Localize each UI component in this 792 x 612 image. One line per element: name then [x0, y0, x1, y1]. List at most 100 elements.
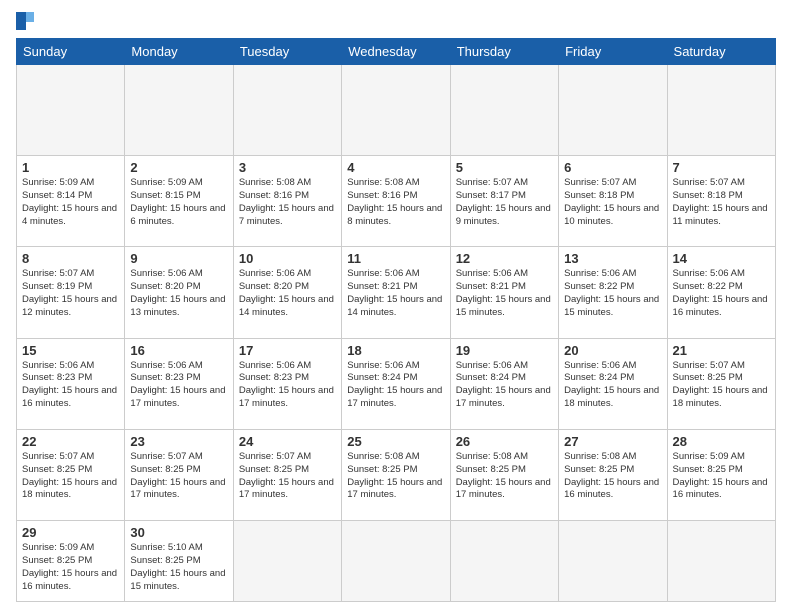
day-number: 20 — [564, 343, 661, 358]
day-number: 1 — [22, 160, 119, 175]
day-number: 23 — [130, 434, 227, 449]
header — [16, 12, 776, 30]
day-info: Sunrise: 5:07 AMSunset: 8:25 PMDaylight:… — [673, 360, 770, 411]
calendar: SundayMondayTuesdayWednesdayThursdayFrid… — [16, 38, 776, 602]
day-number: 14 — [673, 251, 770, 266]
day-number: 6 — [564, 160, 661, 175]
day-number: 22 — [22, 434, 119, 449]
calendar-day-cell: 30Sunrise: 5:10 AMSunset: 8:25 PMDayligh… — [125, 521, 233, 602]
calendar-day-cell — [559, 65, 667, 156]
day-number: 21 — [673, 343, 770, 358]
day-header-friday: Friday — [559, 39, 667, 65]
calendar-day-cell: 26 Sunrise: 5:08 AMSunset: 8:25 PMDayligh… — [450, 429, 558, 520]
calendar-day-cell — [450, 65, 558, 156]
calendar-day-cell: 7Sunrise: 5:07 AMSunset: 8:18 PMDaylight… — [667, 156, 775, 247]
calendar-day-cell: 1Sunrise: 5:09 AMSunset: 8:14 PMDaylight… — [17, 156, 125, 247]
calendar-day-cell: 5 Sunrise: 5:07 AMSunset: 8:17 PMDaylight… — [450, 156, 558, 247]
day-number: 3 — [239, 160, 336, 175]
day-info: Sunrise: 5:06 AMSunset: 8:24 PMDaylight:… — [347, 360, 444, 411]
calendar-week-row — [17, 65, 776, 156]
calendar-day-cell: 2Sunrise: 5:09 AMSunset: 8:15 PMDaylight… — [125, 156, 233, 247]
day-number: 26 — [456, 434, 553, 449]
calendar-day-cell — [667, 65, 775, 156]
day-info: Sunrise: 5:07 AMSunset: 8:25 PMDaylight:… — [239, 451, 336, 502]
calendar-day-cell: 28Sunrise: 5:09 AMSunset: 8:25 PMDayligh… — [667, 429, 775, 520]
day-number: 24 — [239, 434, 336, 449]
calendar-day-cell: 13Sunrise: 5:06 AMSunset: 8:22 PMDayligh… — [559, 247, 667, 338]
calendar-day-cell: 15 Sunrise: 5:06 AMSunset: 8:23 PMDayligh… — [17, 338, 125, 429]
calendar-day-cell: 12Sunrise: 5:06 AMSunset: 8:21 PMDayligh… — [450, 247, 558, 338]
calendar-day-cell: 17 Sunrise: 5:06 AMSunset: 8:23 PMDayligh… — [233, 338, 341, 429]
day-header-wednesday: Wednesday — [342, 39, 450, 65]
day-info: Sunrise: 5:07 AMSunset: 8:25 PMDaylight:… — [22, 451, 119, 502]
day-info: Sunrise: 5:06 AMSunset: 8:23 PMDaylight:… — [22, 360, 119, 411]
day-number: 17 — [239, 343, 336, 358]
calendar-day-cell — [125, 65, 233, 156]
calendar-day-cell — [342, 521, 450, 602]
day-number: 16 — [130, 343, 227, 358]
calendar-day-cell: 8Sunrise: 5:07 AMSunset: 8:19 PMDaylight… — [17, 247, 125, 338]
calendar-day-cell: 22 Sunrise: 5:07 AMSunset: 8:25 PMDayligh… — [17, 429, 125, 520]
page: SundayMondayTuesdayWednesdayThursdayFrid… — [0, 0, 792, 612]
day-info: Sunrise: 5:09 AMSunset: 8:25 PMDaylight:… — [22, 542, 119, 593]
day-number: 18 — [347, 343, 444, 358]
day-info: Sunrise: 5:06 AMSunset: 8:23 PMDaylight:… — [239, 360, 336, 411]
day-info: Sunrise: 5:07 AMSunset: 8:25 PMDaylight:… — [130, 451, 227, 502]
day-number: 11 — [347, 251, 444, 266]
day-number: 4 — [347, 160, 444, 175]
calendar-week-row: 8Sunrise: 5:07 AMSunset: 8:19 PMDaylight… — [17, 247, 776, 338]
day-info: Sunrise: 5:06 AMSunset: 8:20 PMDaylight:… — [239, 268, 336, 319]
day-number: 5 — [456, 160, 553, 175]
calendar-day-cell: 10 Sunrise: 5:06 AMSunset: 8:20 PMDayligh… — [233, 247, 341, 338]
calendar-day-cell — [559, 521, 667, 602]
day-number: 25 — [347, 434, 444, 449]
day-number: 27 — [564, 434, 661, 449]
calendar-day-cell: 19Sunrise: 5:06 AMSunset: 8:24 PMDayligh… — [450, 338, 558, 429]
calendar-day-cell — [233, 65, 341, 156]
day-info: Sunrise: 5:06 AMSunset: 8:22 PMDaylight:… — [564, 268, 661, 319]
day-number: 12 — [456, 251, 553, 266]
calendar-day-cell — [667, 521, 775, 602]
day-info: Sunrise: 5:08 AMSunset: 8:16 PMDaylight:… — [347, 177, 444, 228]
day-info: Sunrise: 5:08 AMSunset: 8:25 PMDaylight:… — [456, 451, 553, 502]
day-number: 10 — [239, 251, 336, 266]
day-info: Sunrise: 5:07 AMSunset: 8:19 PMDaylight:… — [22, 268, 119, 319]
calendar-day-cell: 4 Sunrise: 5:08 AMSunset: 8:16 PMDaylight… — [342, 156, 450, 247]
day-header-thursday: Thursday — [450, 39, 558, 65]
day-number: 9 — [130, 251, 227, 266]
day-header-sunday: Sunday — [17, 39, 125, 65]
calendar-week-row: 22 Sunrise: 5:07 AMSunset: 8:25 PMDayligh… — [17, 429, 776, 520]
calendar-day-cell: 23 Sunrise: 5:07 AMSunset: 8:25 PMDayligh… — [125, 429, 233, 520]
calendar-week-row: 1Sunrise: 5:09 AMSunset: 8:14 PMDaylight… — [17, 156, 776, 247]
day-header-monday: Monday — [125, 39, 233, 65]
calendar-day-cell — [450, 521, 558, 602]
calendar-week-row: 15 Sunrise: 5:06 AMSunset: 8:23 PMDayligh… — [17, 338, 776, 429]
calendar-day-cell: 6 Sunrise: 5:07 AMSunset: 8:18 PMDaylight… — [559, 156, 667, 247]
calendar-day-cell: 3Sunrise: 5:08 AMSunset: 8:16 PMDaylight… — [233, 156, 341, 247]
day-header-tuesday: Tuesday — [233, 39, 341, 65]
calendar-day-cell: 14 Sunrise: 5:06 AMSunset: 8:22 PMDayligh… — [667, 247, 775, 338]
day-number: 7 — [673, 160, 770, 175]
calendar-day-cell: 21 Sunrise: 5:07 AMSunset: 8:25 PMDayligh… — [667, 338, 775, 429]
calendar-day-cell: 20 Sunrise: 5:06 AMSunset: 8:24 PMDayligh… — [559, 338, 667, 429]
day-number: 29 — [22, 525, 119, 540]
day-info: Sunrise: 5:06 AMSunset: 8:23 PMDaylight:… — [130, 360, 227, 411]
day-info: Sunrise: 5:06 AMSunset: 8:22 PMDaylight:… — [673, 268, 770, 319]
logo — [16, 12, 34, 30]
day-number: 28 — [673, 434, 770, 449]
day-info: Sunrise: 5:07 AMSunset: 8:17 PMDaylight:… — [456, 177, 553, 228]
calendar-day-cell: 24 Sunrise: 5:07 AMSunset: 8:25 PMDayligh… — [233, 429, 341, 520]
day-info: Sunrise: 5:06 AMSunset: 8:21 PMDaylight:… — [347, 268, 444, 319]
calendar-day-cell: 18 Sunrise: 5:06 AMSunset: 8:24 PMDayligh… — [342, 338, 450, 429]
calendar-week-row: 29 Sunrise: 5:09 AMSunset: 8:25 PMDayligh… — [17, 521, 776, 602]
logo-text — [16, 12, 34, 30]
calendar-day-cell — [17, 65, 125, 156]
day-info: Sunrise: 5:08 AMSunset: 8:25 PMDaylight:… — [564, 451, 661, 502]
day-info: Sunrise: 5:07 AMSunset: 8:18 PMDaylight:… — [564, 177, 661, 228]
day-number: 15 — [22, 343, 119, 358]
calendar-day-cell: 16 Sunrise: 5:06 AMSunset: 8:23 PMDayligh… — [125, 338, 233, 429]
day-info: Sunrise: 5:06 AMSunset: 8:24 PMDaylight:… — [564, 360, 661, 411]
calendar-day-cell: 27 Sunrise: 5:08 AMSunset: 8:25 PMDayligh… — [559, 429, 667, 520]
day-info: Sunrise: 5:06 AMSunset: 8:24 PMDaylight:… — [456, 360, 553, 411]
calendar-header-row: SundayMondayTuesdayWednesdayThursdayFrid… — [17, 39, 776, 65]
